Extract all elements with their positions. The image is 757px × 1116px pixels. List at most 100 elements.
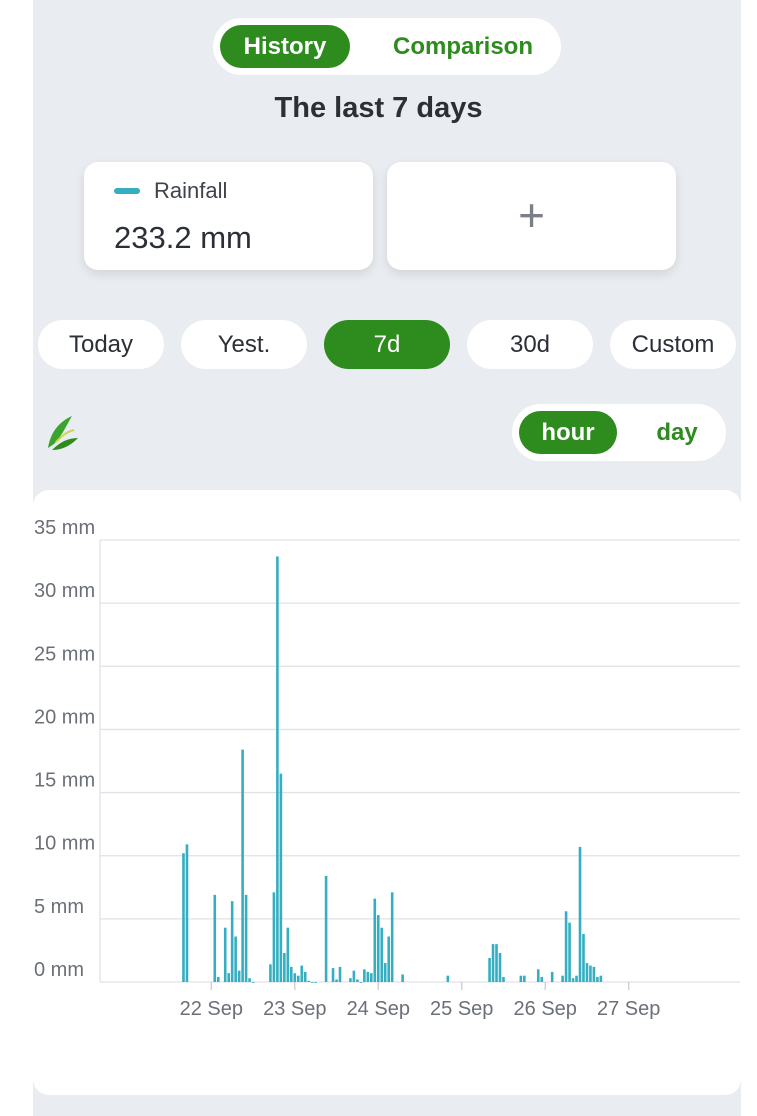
rainfall-bar: [356, 979, 359, 982]
rainfall-bar: [182, 853, 185, 982]
rainfall-bar: [596, 976, 599, 982]
rainfall-bar: [290, 966, 293, 982]
range-today-chip[interactable]: Today: [38, 320, 164, 369]
rainfall-bar: [269, 964, 272, 982]
y-tick-label: 0 mm: [34, 959, 84, 981]
rainfall-bar: [335, 979, 338, 982]
rainfall-bar: [599, 975, 603, 982]
granularity-toggle: hour day: [512, 404, 726, 461]
tab-comparison[interactable]: Comparison: [373, 25, 553, 68]
rainfall-bar: [307, 980, 310, 982]
rainfall-bar: [303, 971, 307, 982]
rainfall-bar: [376, 915, 380, 982]
rainfall-bar: [373, 898, 377, 982]
rainfall-bar: [286, 927, 290, 982]
page-title: The last 7 days: [274, 92, 483, 124]
range-yesterday-chip[interactable]: Yest.: [181, 320, 307, 369]
x-tick-label: 25 Sep: [430, 998, 493, 1020]
rainfall-bar: [383, 963, 387, 982]
rainfall-bar: [300, 965, 304, 982]
x-tick-label: 24 Sep: [347, 998, 410, 1020]
rainfall-bar: [363, 969, 366, 982]
rainfall-bar: [213, 894, 217, 982]
rainfall-bar: [571, 978, 575, 982]
rainfall-bar: [491, 944, 495, 982]
rainfall-bar: [293, 973, 297, 982]
rainfall-bar: [324, 875, 328, 982]
rainfall-bar: [216, 976, 220, 982]
rainfall-bar: [550, 971, 554, 982]
rainfall-bar: [248, 978, 251, 982]
x-tick-label: 23 Sep: [263, 998, 326, 1020]
rainfall-bar: [283, 952, 286, 982]
rainfall-bar: [568, 922, 571, 982]
y-tick-label: 25 mm: [34, 643, 95, 665]
rainfall-bar: [272, 892, 276, 982]
range-7d-chip[interactable]: 7d: [324, 320, 450, 369]
granularity-day-button[interactable]: day: [632, 411, 722, 454]
rainfall-bar: [380, 927, 384, 982]
range-30d-chip[interactable]: 30d: [467, 320, 593, 369]
rainfall-bar: [349, 978, 352, 982]
range-custom-chip[interactable]: Custom: [610, 320, 736, 369]
rainfall-bar: [310, 982, 314, 983]
y-tick-label: 20 mm: [34, 706, 95, 728]
rainfall-bar: [519, 975, 523, 982]
rainfall-total: 233.2 mm: [114, 220, 252, 255]
rainfall-bar: [237, 970, 241, 982]
rainfall-bar: [540, 976, 544, 982]
y-tick-label: 30 mm: [34, 580, 95, 602]
rainfall-bar: [223, 927, 227, 982]
rainfall-bar: [523, 975, 526, 982]
rainfall-bar: [338, 966, 342, 982]
rainfall-bar: [495, 944, 498, 982]
rainfall-legend-swatch: [114, 188, 140, 194]
y-tick-label: 5 mm: [34, 896, 84, 918]
rainfall-bar: [592, 966, 596, 982]
granularity-hour-button[interactable]: hour: [519, 411, 617, 454]
view-mode-toggle: History Comparison: [213, 18, 561, 75]
rainfall-bar: [331, 968, 335, 982]
rainfall-bar: [251, 982, 255, 983]
rainfall-bar: [366, 971, 370, 982]
rainfall-bar: [578, 846, 582, 982]
rainfall-bar: [185, 844, 189, 982]
rainfall-bar: [502, 976, 505, 982]
rainfall-bar: [276, 556, 279, 982]
rainfall-bar: [244, 894, 248, 982]
rainfall-bar: [352, 970, 356, 982]
rainfall-bar: [589, 965, 592, 982]
rainfall-bar: [488, 958, 491, 982]
rainfall-bar: [314, 982, 317, 983]
brand-leaf-icon: [48, 416, 78, 450]
y-tick-label: 10 mm: [34, 833, 95, 855]
rainfall-bar: [241, 749, 244, 982]
rainfall-bar: [227, 973, 230, 982]
rainfall-bar: [387, 936, 390, 982]
tab-history[interactable]: History: [220, 25, 350, 68]
rainfall-bar: [446, 975, 450, 982]
rainfall-bar: [279, 773, 283, 982]
add-metric-card[interactable]: +: [387, 162, 676, 270]
rainfall-bar: [564, 911, 568, 982]
x-tick-label: 27 Sep: [597, 998, 660, 1020]
rainfall-bar: [230, 901, 234, 982]
rainfall-bar: [401, 974, 404, 982]
y-tick-label: 15 mm: [34, 770, 95, 792]
rainfall-bar: [585, 963, 589, 982]
rainfall-bar: [234, 936, 237, 982]
rainfall-bar: [536, 969, 540, 982]
rainfall-bar: [561, 975, 564, 982]
rainfall-chart: 0 mm 5 mm 10 mm 15 mm 20 mm 25 mm 30 mm 35 mm 22…: [34, 517, 740, 1020]
rainfall-bar: [296, 975, 300, 982]
rainfall-bar: [370, 973, 373, 982]
y-tick-label: 35 mm: [34, 517, 95, 539]
rainfall-bar: [359, 982, 363, 983]
x-tick-label: 22 Sep: [180, 998, 243, 1020]
rainfall-bar: [575, 975, 578, 982]
rainfall-bar: [582, 934, 585, 982]
rainfall-bar: [498, 952, 502, 982]
rainfall-card[interactable]: Rainfall 233.2 mm: [84, 162, 373, 270]
x-tick-label: 26 Sep: [514, 998, 577, 1020]
rainfall-bar: [390, 892, 394, 982]
